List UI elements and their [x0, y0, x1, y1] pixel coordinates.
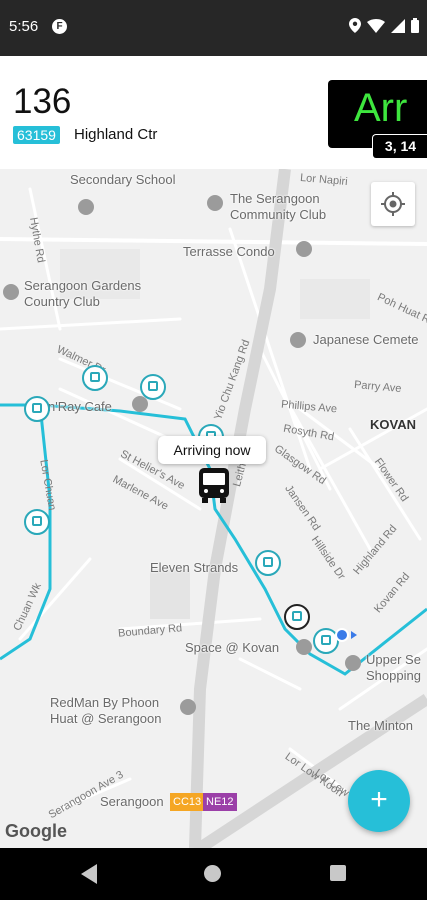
mrt-code-badge: NE12	[203, 793, 237, 811]
place-label: Serangoon	[100, 794, 164, 809]
battery-icon	[411, 18, 419, 33]
place-label: n'Ray Cafe	[48, 399, 112, 414]
club-icon	[3, 284, 19, 300]
bus-arrival-tooltip: Arriving now	[158, 436, 266, 464]
crosshair-icon	[381, 192, 405, 216]
place-label: Eleven Strands	[150, 560, 239, 575]
place-pin-icon	[296, 241, 312, 257]
place-label: Secondary School	[70, 172, 176, 187]
map-view[interactable]: Secondary School The Serangoon Community…	[0, 169, 427, 848]
bus-stop-icon[interactable]	[24, 396, 50, 422]
my-location-icon	[335, 628, 357, 642]
place-pin-icon	[296, 639, 312, 655]
selected-stop-icon[interactable]	[284, 604, 310, 630]
bus-stop-icon[interactable]	[255, 550, 281, 576]
wifi-icon	[367, 18, 385, 33]
back-icon[interactable]	[81, 864, 97, 884]
building-icon	[207, 195, 223, 211]
signal-icon	[391, 18, 405, 33]
add-button[interactable]: +	[348, 770, 410, 832]
system-navigation-bar	[0, 848, 427, 900]
my-location-button[interactable]	[371, 182, 415, 226]
place-label: The Minton	[348, 718, 414, 733]
status-icons	[349, 18, 419, 33]
google-logo: Google	[5, 821, 67, 841]
place-label: Terrasse Condo	[183, 244, 275, 259]
place-label: Upper Se Shopping	[366, 652, 421, 683]
bus-stop-icon[interactable]	[24, 509, 50, 535]
bus-stop-icon[interactable]	[82, 365, 108, 391]
arrival-text: Arr	[354, 86, 408, 130]
cafe-icon	[132, 396, 148, 412]
stop-code-badge: 63159	[13, 126, 60, 144]
recent-apps-icon[interactable]	[330, 865, 346, 881]
app-notification-icon: F	[52, 19, 67, 34]
place-label: Serangoon Gardens Country Club	[24, 278, 142, 309]
arrival-next-times: 3, 14	[372, 134, 427, 159]
stop-name: Highland Ctr	[74, 126, 158, 143]
bus-stop-icon[interactable]	[140, 374, 166, 400]
school-icon	[78, 199, 94, 215]
location-icon	[349, 18, 361, 33]
place-label: The Serangoon Community Club	[230, 191, 327, 222]
map-roads	[0, 169, 427, 848]
place-label: RedMan By Phoon Huat @ Serangoon	[50, 695, 162, 726]
route-number: 136	[13, 82, 72, 121]
place-pin-icon	[290, 332, 306, 348]
status-time: 5:56	[9, 18, 39, 35]
home-icon[interactable]	[204, 865, 221, 882]
area-label: KOVAN	[370, 417, 416, 432]
place-label: Space @ Kovan	[185, 640, 280, 655]
shop-icon	[180, 699, 196, 715]
status-bar: 5:56 F	[0, 0, 427, 56]
bus-icon[interactable]	[194, 465, 234, 505]
mrt-code-badge: CC13	[170, 793, 205, 811]
place-label: Japanese Cemete	[313, 332, 419, 347]
shopping-icon	[345, 655, 361, 671]
